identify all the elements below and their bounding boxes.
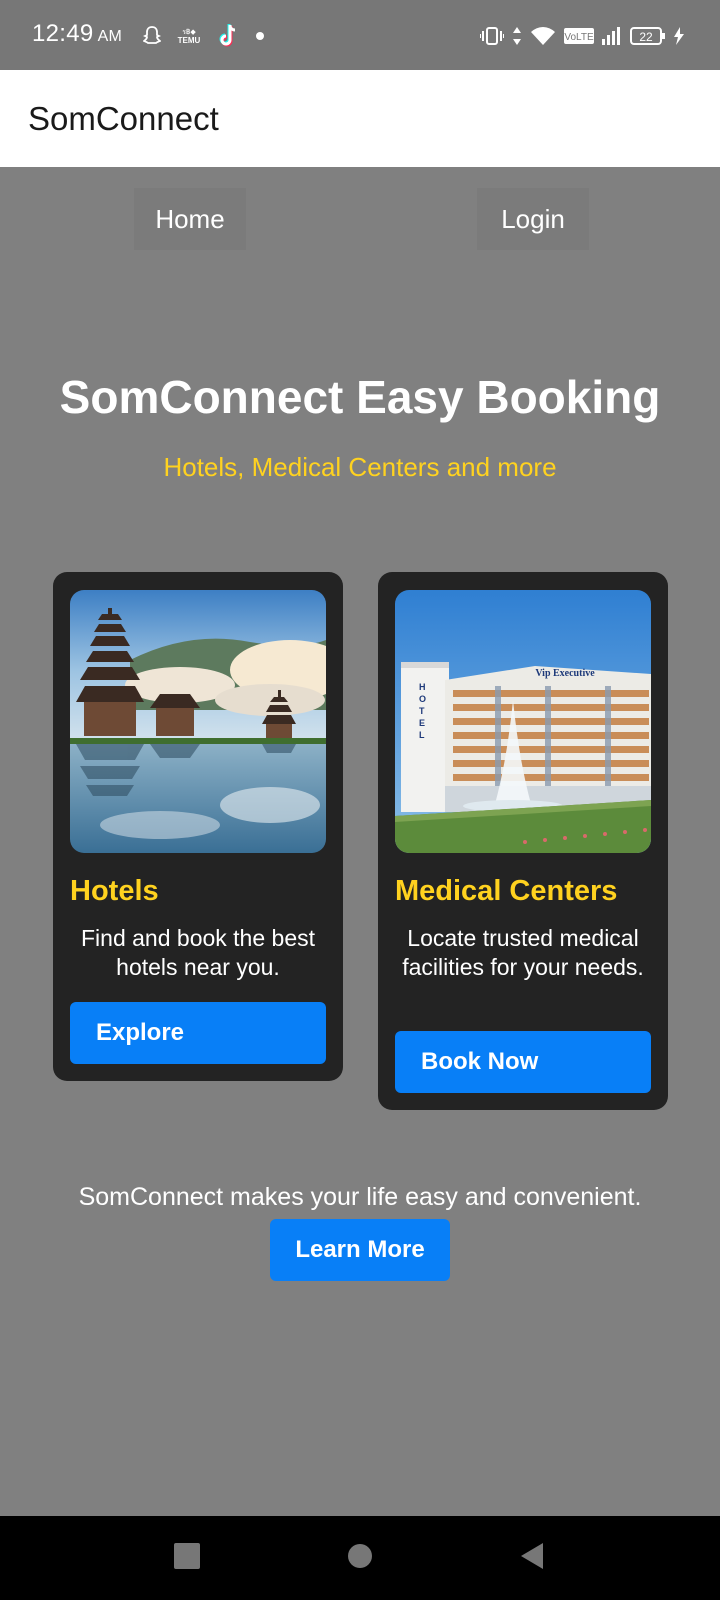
tiktok-icon [217, 23, 241, 49]
app-bar: SomConnect [0, 70, 720, 167]
hotels-card-description: Find and book the best hotels near you. [81, 925, 315, 980]
medical-centers-card: Vip Executive HOTEL Medical Centers Loca… [378, 572, 668, 1110]
svg-text:H: H [419, 682, 426, 692]
back-button[interactable] [512, 1538, 552, 1578]
system-status-icons: VoLTE 22 [480, 20, 684, 52]
square-icon [174, 1542, 200, 1574]
battery-icon: 22 [630, 26, 666, 46]
hero-subtitle: Hotels, Medical Centers and more [163, 452, 557, 482]
hotels-card-title: Hotels [70, 875, 159, 907]
medical-card-title: Medical Centers [395, 875, 618, 907]
svg-text:VoLTE: VoLTE [564, 32, 594, 43]
svg-text:L: L [419, 730, 425, 740]
charging-icon [674, 27, 684, 45]
status-bar: 12:49 AM ร฿◆ TEMU VoLTE 22 [0, 0, 720, 70]
explore-button[interactable]: Explore [70, 1002, 326, 1064]
snapchat-icon [143, 25, 161, 47]
pagoda-lake-image [70, 590, 326, 853]
back-triangle-icon [519, 1542, 545, 1575]
svg-text:O: O [419, 694, 426, 704]
vibrate-icon [480, 26, 504, 46]
svg-text:T: T [419, 706, 425, 716]
dot-icon [255, 31, 265, 41]
status-time: 12:49 AM [32, 20, 123, 47]
circle-icon [347, 1543, 373, 1574]
hotel-building-image: Vip Executive HOTEL [395, 590, 651, 853]
medical-card-description: Locate trusted medical facilities for yo… [402, 925, 644, 980]
temu-icon: ร฿◆ TEMU [175, 26, 203, 46]
svg-text:TEMU: TEMU [178, 36, 201, 45]
nav-home-link[interactable]: Home [134, 188, 246, 250]
footer-text: SomConnect makes your life easy and conv… [78, 1183, 642, 1211]
data-arrows-icon [512, 26, 522, 46]
svg-text:E: E [419, 718, 425, 728]
learn-more-button[interactable]: Learn More [270, 1219, 450, 1281]
signal-icon [602, 26, 622, 46]
app-title: SomConnect [28, 100, 219, 137]
nav-login-link[interactable]: Login [477, 188, 589, 250]
svg-text:Vip Executive: Vip Executive [535, 668, 595, 679]
svg-text:22: 22 [639, 30, 653, 44]
home-button[interactable] [340, 1538, 380, 1578]
recents-button[interactable] [167, 1538, 207, 1578]
hotels-card: Hotels Find and book the best hotels nea… [53, 572, 343, 1081]
svg-text:ร฿◆: ร฿◆ [182, 28, 196, 36]
hero-title: SomConnect Easy Booking [59, 371, 661, 423]
system-nav-bar [0, 1516, 720, 1600]
book-now-button[interactable]: Book Now [395, 1031, 651, 1093]
notification-icons: ร฿◆ TEMU [143, 20, 265, 52]
volte-icon: VoLTE [564, 26, 594, 46]
wifi-icon [530, 26, 556, 46]
